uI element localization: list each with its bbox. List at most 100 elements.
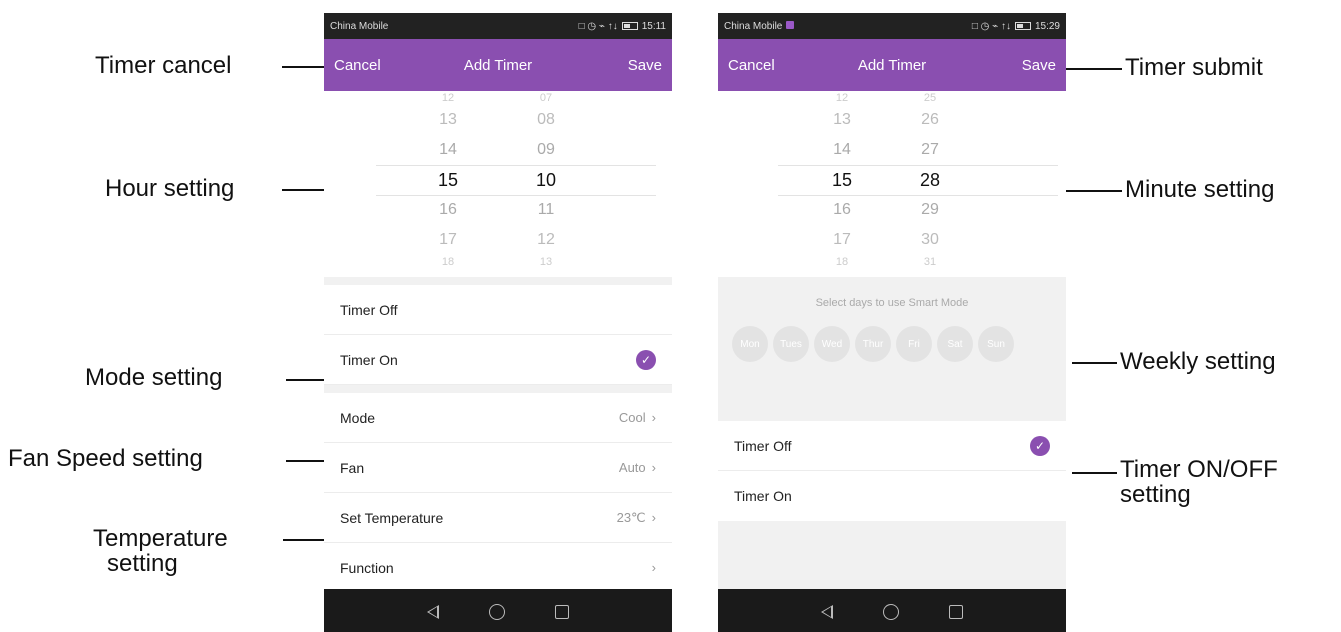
picker-value: 12: [835, 92, 849, 104]
fan-row[interactable]: Fan Auto ›: [324, 443, 672, 493]
hour-picker[interactable]: 12 13 14 15 16 17 18: [418, 91, 478, 269]
picker-value: 18: [441, 256, 455, 268]
picker-value: 26: [921, 111, 939, 128]
check-icon: ✓: [1030, 435, 1050, 456]
annotation-text: Timer ON/OFF: [1120, 456, 1278, 483]
minute-picker[interactable]: 07 08 09 10 11 12 13: [516, 91, 576, 269]
carrier: China Mobile: [724, 20, 795, 32]
cancel-button[interactable]: Cancel: [728, 57, 775, 74]
function-row[interactable]: Function ›: [324, 543, 672, 593]
mode-value-text: Cool: [618, 410, 646, 425]
picker-value: 07: [539, 92, 553, 104]
annotation-mode-setting: Mode setting: [85, 364, 223, 391]
timer-off-label: Timer Off: [340, 301, 398, 318]
chevron-right-icon: ›: [651, 460, 656, 475]
fan-value: Auto ›: [619, 460, 656, 475]
picker-value: 13: [833, 111, 851, 128]
annotation-weekly-setting: Weekly setting: [1120, 348, 1276, 375]
section-divider: [324, 277, 672, 285]
day-sat-toggle[interactable]: Sat: [937, 326, 973, 362]
annotation-timer-onoff-setting: Timer ON/OFF setting: [1120, 456, 1278, 508]
notification-icon: [786, 20, 795, 29]
leader-line: [282, 66, 324, 68]
set-temperature-row[interactable]: Set Temperature 23℃ ›: [324, 493, 672, 543]
weekday-selector: Mon Tues Wed Thur Fri Sat Sun: [732, 326, 1014, 362]
timer-off-option[interactable]: Timer Off: [324, 285, 672, 335]
picker-value: 16: [833, 201, 851, 218]
carrier-label: China Mobile: [724, 20, 783, 32]
timer-off-option[interactable]: Timer Off ✓: [718, 421, 1066, 471]
status-glyphs: □ ◷ ⌁ ↑↓: [971, 20, 1011, 32]
annotation-temperature-setting: Temperature setting: [93, 526, 228, 577]
picker-value: 27: [921, 141, 939, 158]
timer-on-label: Timer On: [340, 351, 398, 368]
day-sun-toggle[interactable]: Sun: [978, 326, 1014, 362]
chevron-right-icon: ›: [651, 560, 656, 575]
day-mon-toggle[interactable]: Mon: [732, 326, 768, 362]
cancel-button[interactable]: Cancel: [334, 57, 381, 74]
app-bar: Cancel Add Timer Save: [718, 39, 1066, 91]
clock-time: 15:29: [1034, 20, 1060, 32]
picker-value: 31: [923, 256, 937, 268]
smart-mode-section: Select days to use Smart Mode Mon Tues W…: [718, 277, 1066, 421]
home-icon[interactable]: [489, 603, 505, 620]
selected-minute: 28: [919, 169, 941, 190]
picker-divider: [376, 195, 656, 196]
fan-label: Fan: [340, 459, 365, 476]
picker-value: 14: [439, 141, 457, 158]
set-temperature-value: 23℃ ›: [617, 510, 656, 526]
save-button[interactable]: Save: [1022, 57, 1056, 74]
recent-apps-icon[interactable]: [949, 604, 963, 619]
picker-value: 30: [921, 231, 939, 248]
fan-value-text: Auto: [618, 460, 646, 475]
annotation-fan-speed-setting: Fan Speed setting: [8, 445, 203, 472]
status-icons: □ ◷ ⌁ ↑↓ 15:29: [972, 21, 1060, 32]
time-picker: 12 13 14 15 16 17 18 25 26 27 28 29 30 3…: [718, 91, 1066, 277]
carrier-label: China Mobile: [330, 20, 389, 32]
section-divider: [324, 385, 672, 393]
timer-on-option[interactable]: Timer On: [718, 471, 1066, 521]
leader-line: [1066, 68, 1122, 70]
status-icons: □ ◷ ⌁ ↑↓ 15:11: [579, 21, 666, 32]
annotation-minute-setting: Minute setting: [1125, 176, 1275, 203]
picker-divider: [376, 165, 656, 166]
hour-picker[interactable]: 12 13 14 15 16 17 18: [812, 91, 872, 269]
day-wed-toggle[interactable]: Wed: [814, 326, 850, 362]
picker-value: 08: [537, 111, 555, 128]
leader-line: [283, 539, 324, 541]
save-button[interactable]: Save: [628, 57, 662, 74]
mode-label: Mode: [340, 409, 376, 426]
timer-on-option[interactable]: Timer On ✓: [324, 335, 672, 385]
leader-line: [286, 379, 324, 381]
picker-value: 18: [835, 256, 849, 268]
temperature-value-text: 23℃: [616, 509, 646, 525]
system-nav-bar: [324, 589, 672, 632]
picker-value: 17: [439, 231, 457, 248]
picker-value: 11: [537, 201, 555, 218]
day-thur-toggle[interactable]: Thur: [855, 326, 891, 362]
leader-line: [1072, 362, 1117, 364]
picker-value: 13: [539, 256, 553, 268]
app-bar: Cancel Add Timer Save: [324, 39, 672, 91]
mode-row[interactable]: Mode Cool ›: [324, 393, 672, 443]
clock-time: 15:11: [641, 20, 666, 32]
picker-value: 17: [833, 231, 851, 248]
picker-value: 16: [439, 201, 457, 218]
function-label: Function: [340, 559, 394, 576]
minute-picker[interactable]: 25 26 27 28 29 30 31: [900, 91, 960, 269]
picker-divider: [778, 195, 1058, 196]
left-phone-screen: China Mobile □ ◷ ⌁ ↑↓ 15:11 Cancel Add T…: [324, 13, 672, 632]
right-phone-screen: China Mobile □ ◷ ⌁ ↑↓ 15:29 Cancel Add T…: [718, 13, 1066, 632]
day-tues-toggle[interactable]: Tues: [773, 326, 809, 362]
selected-minute: 10: [535, 169, 557, 190]
home-icon[interactable]: [883, 603, 899, 620]
timer-on-label: Timer On: [734, 488, 792, 504]
annotation-timer-cancel: Timer cancel: [95, 52, 232, 79]
picker-value: 09: [537, 141, 555, 158]
smart-mode-label: Select days to use Smart Mode: [815, 297, 969, 309]
back-icon[interactable]: [821, 604, 833, 619]
picker-value: 12: [441, 92, 455, 104]
day-fri-toggle[interactable]: Fri: [896, 326, 932, 362]
recent-apps-icon[interactable]: [555, 604, 569, 619]
back-icon[interactable]: [427, 604, 439, 619]
